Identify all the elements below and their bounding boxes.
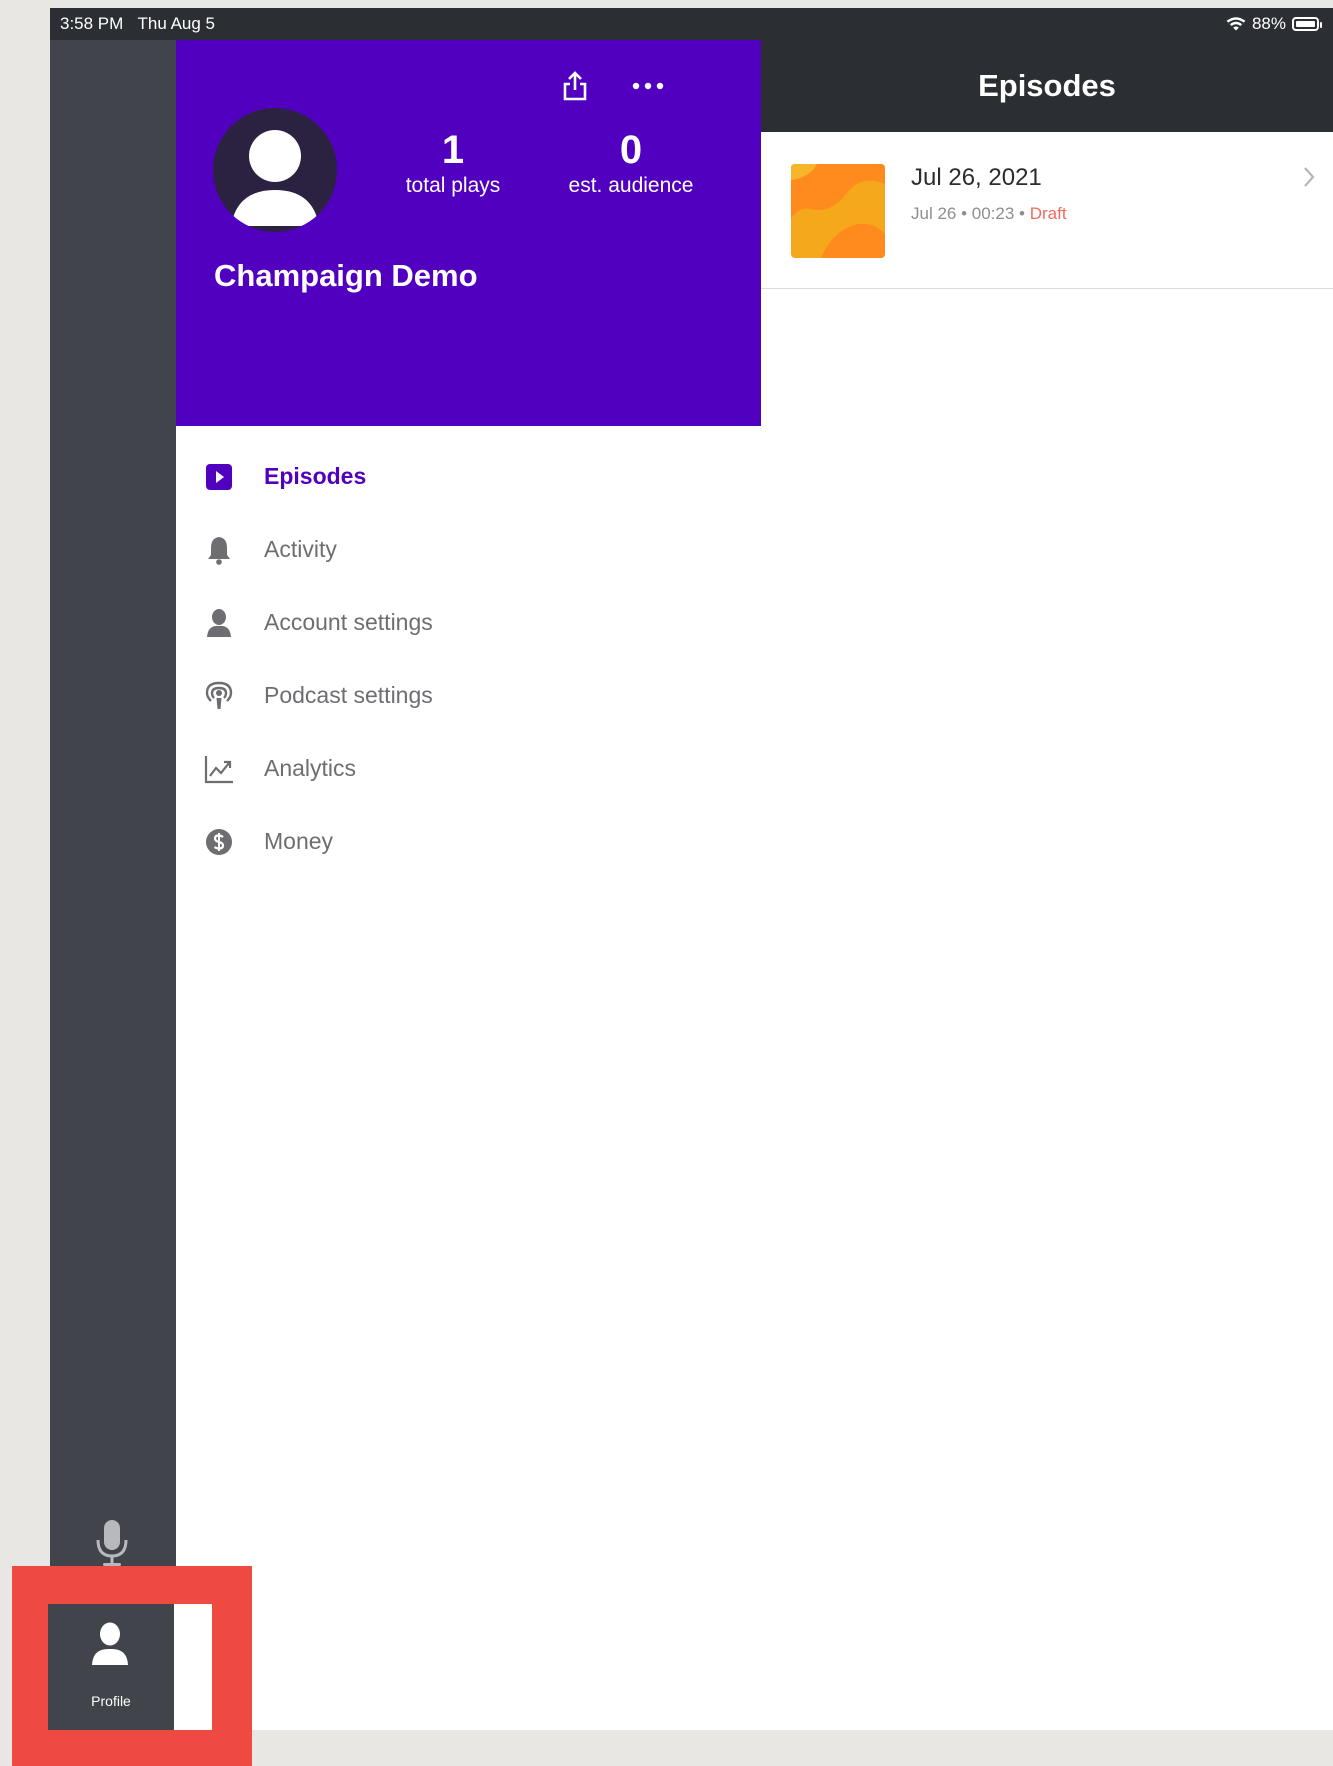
stat-est-audience: 0 est. audience [546, 128, 716, 200]
episode-meta: Jul 26 • 00:23 • Draft [911, 204, 1067, 223]
menu-item-label: Podcast settings [264, 682, 433, 708]
battery-percent: 88% [1251, 14, 1286, 33]
menu-item-account-settings[interactable]: Account settings [176, 600, 761, 645]
menu-item-label: Money [264, 828, 334, 854]
episode-row[interactable]: Jul 26, 2021 Jul 26 • 00:23 • Draft [761, 132, 1333, 289]
avatar[interactable] [213, 108, 337, 232]
stat-value: 1 [441, 128, 465, 172]
ipad-screen: 3:58 PM Thu Aug 5 88% 1 total plays 0 es… [50, 8, 1333, 1730]
episode-status: Draft [1029, 204, 1067, 223]
menu-item-podcast-settings[interactable]: Podcast settings [176, 673, 761, 718]
menu-item-label: Analytics [264, 755, 357, 781]
menu-item-episodes[interactable]: Episodes [176, 454, 761, 499]
more-options-button[interactable] [626, 64, 670, 108]
episodes-panel: Episodes Jul 26, 2021 Jul 26 • 00:23 • D… [761, 40, 1333, 1730]
highlight-box: Profile [12, 1566, 252, 1766]
dollar-icon [204, 827, 234, 857]
person-icon [92, 1622, 128, 1665]
highlight-inner: Profile [48, 1604, 212, 1730]
stat-total-plays: 1 total plays [384, 128, 522, 200]
left-tab-rail [50, 40, 176, 1730]
profile-drawer: 1 total plays 0 est. audience Champaign … [176, 40, 762, 1730]
menu-spacer [176, 572, 761, 600]
wifi-icon [1226, 17, 1246, 31]
play-square-icon [204, 462, 234, 492]
menu-item-label: Activity [264, 536, 337, 562]
menu-item-analytics[interactable]: Analytics [176, 746, 761, 791]
battery-icon [1292, 17, 1322, 31]
chart-icon [204, 754, 234, 784]
status-time: 3:58 PM Thu Aug 5 [60, 14, 215, 33]
menu-spacer [176, 645, 761, 673]
status-bar: 3:58 PM Thu Aug 5 88% [50, 8, 1333, 40]
menu-item-label: Episodes [264, 463, 367, 489]
menu-item-activity[interactable]: Activity [176, 527, 761, 572]
share-icon [563, 71, 587, 101]
profile-tab[interactable]: Profile [48, 1604, 174, 1730]
episode-date: Jul 26 [911, 204, 957, 223]
menu-spacer [176, 718, 761, 746]
person-icon [204, 608, 234, 638]
menu-spacer [176, 791, 761, 819]
episodes-header: Episodes [761, 40, 1333, 132]
menu-item-label: Account settings [264, 609, 433, 635]
profile-tab-label: Profile [91, 1693, 131, 1709]
stat-label: est. audience [568, 174, 694, 197]
drawer-menu: Episodes Activity Account settings Podca… [176, 454, 761, 864]
bell-icon [204, 535, 234, 565]
podcast-icon [204, 681, 234, 711]
microphone-icon[interactable] [90, 1518, 134, 1568]
menu-spacer [176, 499, 761, 527]
status-right: 88% [1226, 8, 1322, 40]
more-icon [632, 82, 664, 90]
stat-value: 0 [619, 128, 643, 172]
share-button[interactable] [553, 64, 597, 108]
episode-title: Jul 26, 2021 [911, 164, 1042, 191]
profile-header: 1 total plays 0 est. audience Champaign … [176, 40, 761, 426]
menu-item-money[interactable]: Money [176, 819, 761, 864]
page-title: Episodes [978, 68, 1116, 103]
episode-duration: 00:23 [971, 204, 1015, 223]
episode-artwork [791, 164, 885, 258]
person-avatar-icon [231, 130, 319, 226]
podcast-title: Champaign Demo [214, 258, 478, 293]
chevron-right-icon [1304, 167, 1315, 187]
stat-label: total plays [405, 174, 501, 197]
